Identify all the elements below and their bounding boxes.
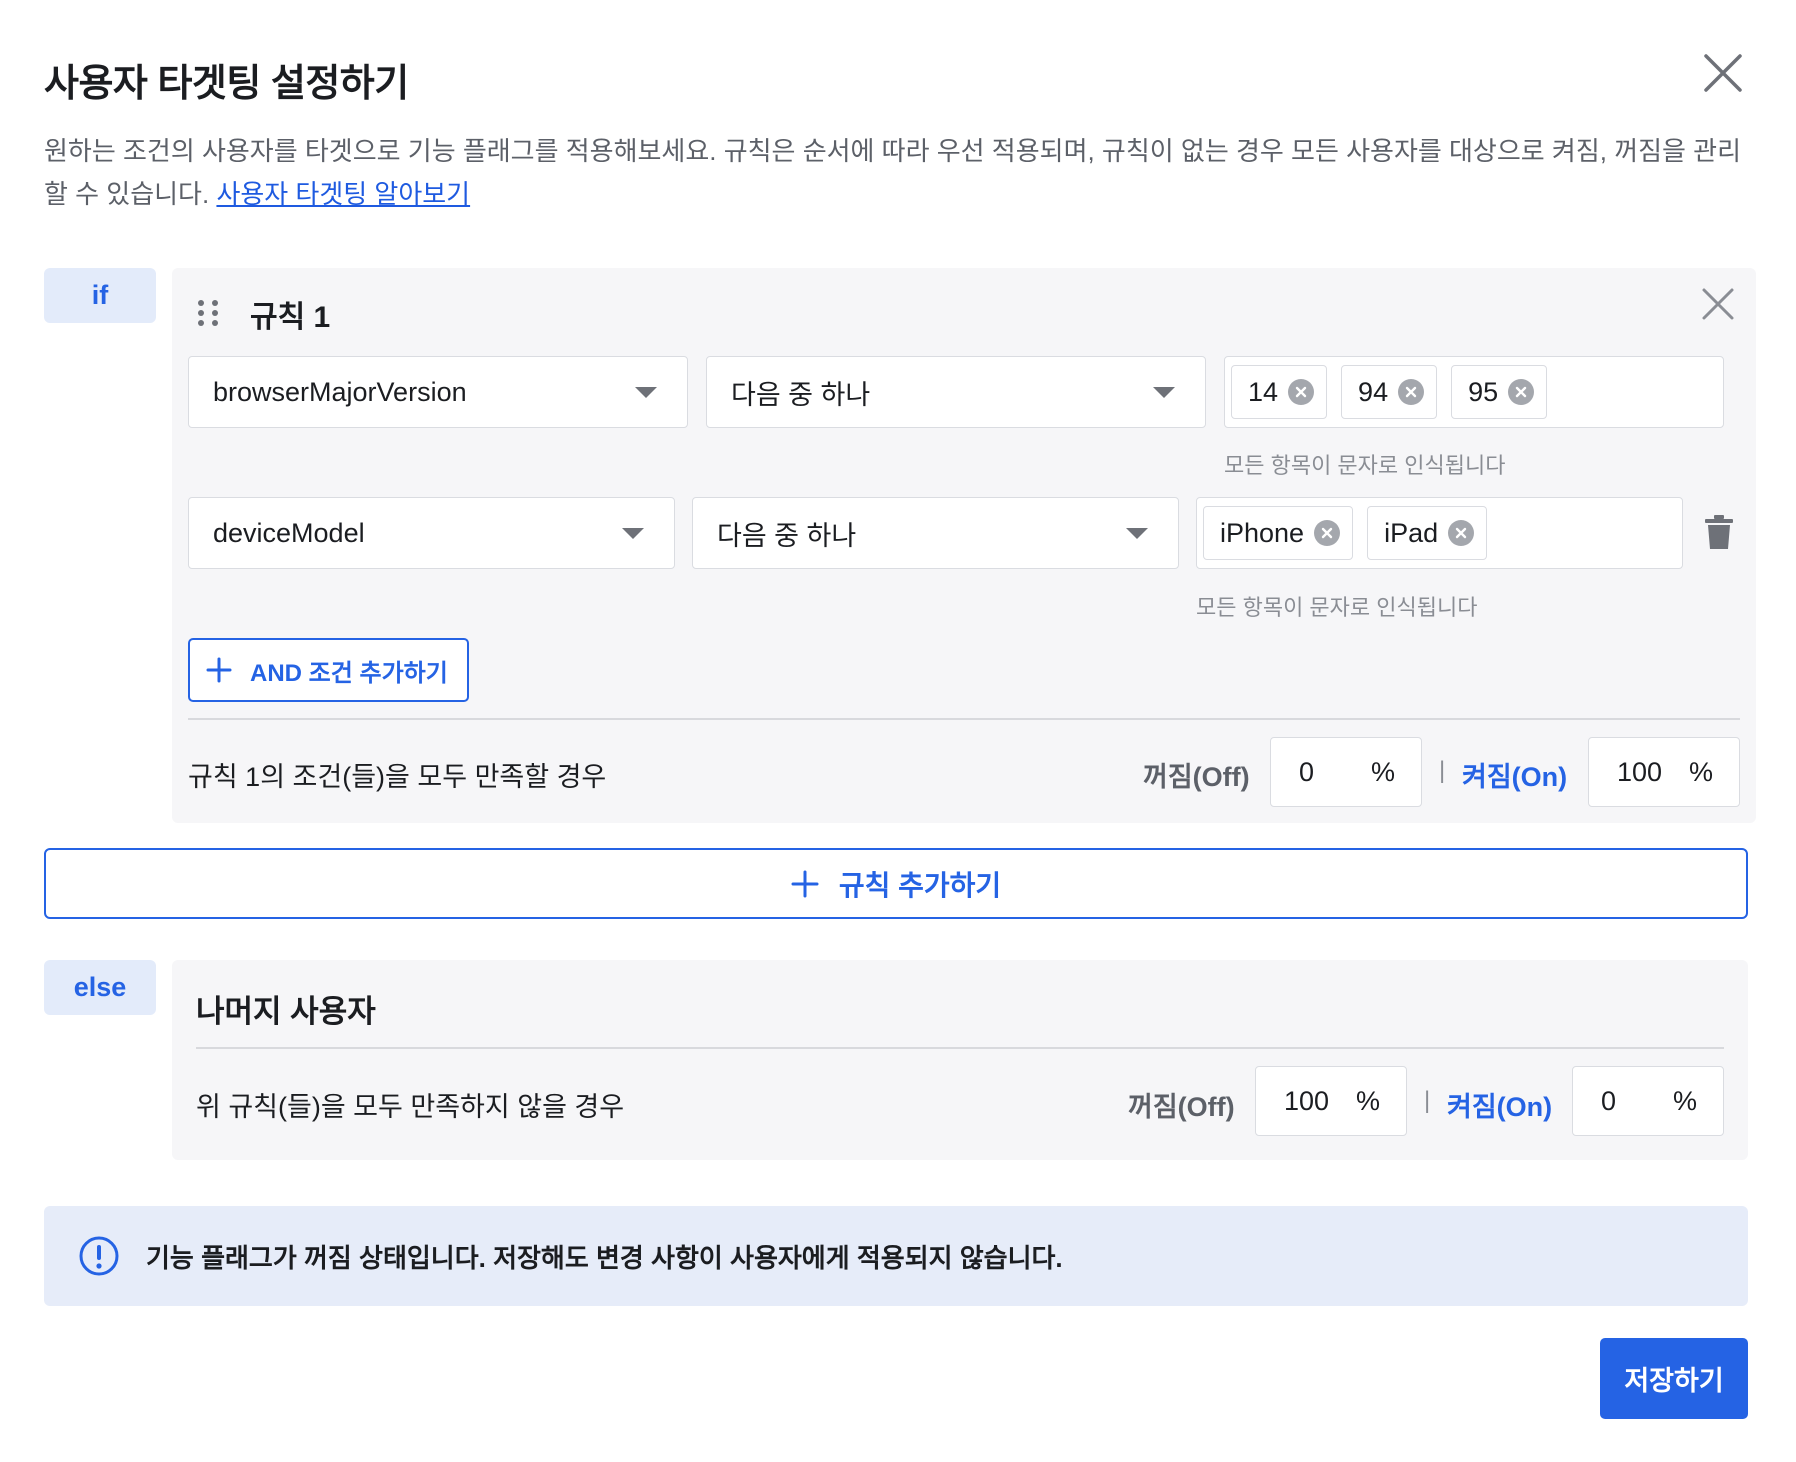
value-chip: 95 — [1451, 365, 1548, 419]
off-percent-value: 100 — [1284, 1085, 1330, 1116]
drag-handle-icon[interactable] — [196, 298, 220, 328]
operator-select[interactable]: 다음 중 하나 — [706, 356, 1206, 428]
value-chip: iPad — [1367, 506, 1488, 560]
operator-select-value: 다음 중 하나 — [717, 520, 857, 551]
chevron-down-icon — [635, 387, 657, 398]
add-rule-label: 규칙 추가하기 — [838, 869, 1002, 901]
banner-text: 기능 플래그가 꺼짐 상태입니다. 저장해도 변경 사항이 사용자에게 적용되지… — [146, 1242, 1063, 1273]
operator-select[interactable]: 다음 중 하나 — [692, 497, 1179, 569]
close-icon — [1702, 288, 1734, 320]
on-percent-input[interactable]: 100 % — [1588, 737, 1740, 807]
values-input[interactable]: iPhone iPad — [1196, 497, 1683, 569]
divider — [196, 1047, 1724, 1049]
trash-icon — [1705, 515, 1733, 549]
remove-chip-icon[interactable] — [1448, 520, 1475, 546]
value-chip-label: 95 — [1468, 376, 1499, 407]
separator: | — [1439, 757, 1446, 784]
value-chip: iPhone — [1203, 506, 1354, 560]
value-chip-label: 94 — [1358, 376, 1389, 407]
add-rule-button[interactable]: 규칙 추가하기 — [44, 848, 1748, 919]
close-dialog-button[interactable] — [1700, 50, 1746, 96]
learn-more-link[interactable]: 사용자 타겟팅 알아보기 — [216, 179, 470, 209]
chevron-down-icon — [1126, 528, 1148, 539]
dialog-description: 원하는 조건의 사용자를 타겟으로 기능 플래그를 적용해보세요. 규칙은 순서… — [44, 130, 1754, 216]
else-condition-text: 위 규칙(들)을 모두 만족하지 않을 경우 — [196, 1092, 625, 1122]
off-percent-input[interactable]: 0 % — [1270, 737, 1422, 807]
value-chip: 94 — [1341, 365, 1438, 419]
values-input[interactable]: 14 94 95 — [1224, 356, 1724, 428]
off-percent-input[interactable]: 100 % — [1255, 1066, 1407, 1136]
percent-sign: % — [1672, 1085, 1697, 1116]
value-chip-label: iPad — [1384, 517, 1439, 548]
else-title: 나머지 사용자 — [196, 994, 376, 1029]
separator: | — [1424, 1087, 1431, 1114]
remove-chip-icon[interactable] — [1398, 379, 1425, 405]
percent-sign: % — [1688, 756, 1713, 787]
add-and-condition-button[interactable]: AND 조건 추가하기 — [188, 638, 469, 702]
off-percent-value: 0 — [1299, 756, 1315, 787]
percent-sign: % — [1355, 1085, 1380, 1116]
attribute-select-value: deviceModel — [213, 517, 365, 548]
status-banner: 기능 플래그가 꺼짐 상태입니다. 저장해도 변경 사항이 사용자에게 적용되지… — [44, 1206, 1748, 1306]
rule-condition-text: 규칙 1의 조건(들)을 모두 만족할 경우 — [188, 762, 607, 792]
delete-condition-button[interactable] — [1704, 514, 1734, 550]
on-percent-value: 100 — [1617, 756, 1663, 787]
chevron-down-icon — [622, 528, 644, 539]
info-icon — [79, 1236, 119, 1276]
values-hint: 모든 항목이 문자로 인식됩니다 — [1224, 453, 1506, 478]
attribute-select[interactable]: deviceModel — [188, 497, 675, 569]
value-chip-label: iPhone — [1220, 517, 1305, 548]
percent-sign: % — [1370, 756, 1395, 787]
delete-rule-button[interactable] — [1700, 286, 1736, 322]
off-label: 꺼짐(Off) — [1128, 1092, 1235, 1122]
attribute-select[interactable]: browserMajorVersion — [188, 356, 688, 428]
if-tag: if — [44, 268, 156, 323]
add-and-condition-label: AND 조건 추가하기 — [250, 659, 448, 687]
close-icon — [1704, 54, 1742, 92]
chevron-down-icon — [1153, 387, 1175, 398]
remove-chip-icon[interactable] — [1314, 520, 1341, 546]
else-tag: else — [44, 960, 156, 1015]
remove-chip-icon[interactable] — [1288, 379, 1315, 405]
plus-icon — [791, 870, 819, 897]
on-percent-input[interactable]: 0 % — [1572, 1066, 1724, 1136]
value-chip: 14 — [1231, 365, 1328, 419]
plus-icon — [206, 657, 232, 683]
attribute-select-value: browserMajorVersion — [213, 376, 467, 407]
value-chip-label: 14 — [1248, 376, 1279, 407]
rule-title: 규칙 1 — [250, 301, 331, 334]
save-button[interactable]: 저장하기 — [1600, 1338, 1748, 1419]
on-label: 켜짐(On) — [1447, 1092, 1553, 1122]
divider — [188, 718, 1740, 720]
off-label: 꺼짐(Off) — [1143, 762, 1250, 792]
remove-chip-icon[interactable] — [1508, 379, 1535, 405]
else-panel — [172, 960, 1748, 1160]
values-hint: 모든 항목이 문자로 인식됩니다 — [1196, 595, 1478, 620]
dialog-title: 사용자 타겟팅 설정하기 — [44, 63, 409, 105]
on-percent-value: 0 — [1601, 1085, 1617, 1116]
on-label: 켜짐(On) — [1462, 762, 1568, 792]
operator-select-value: 다음 중 하나 — [731, 379, 871, 410]
